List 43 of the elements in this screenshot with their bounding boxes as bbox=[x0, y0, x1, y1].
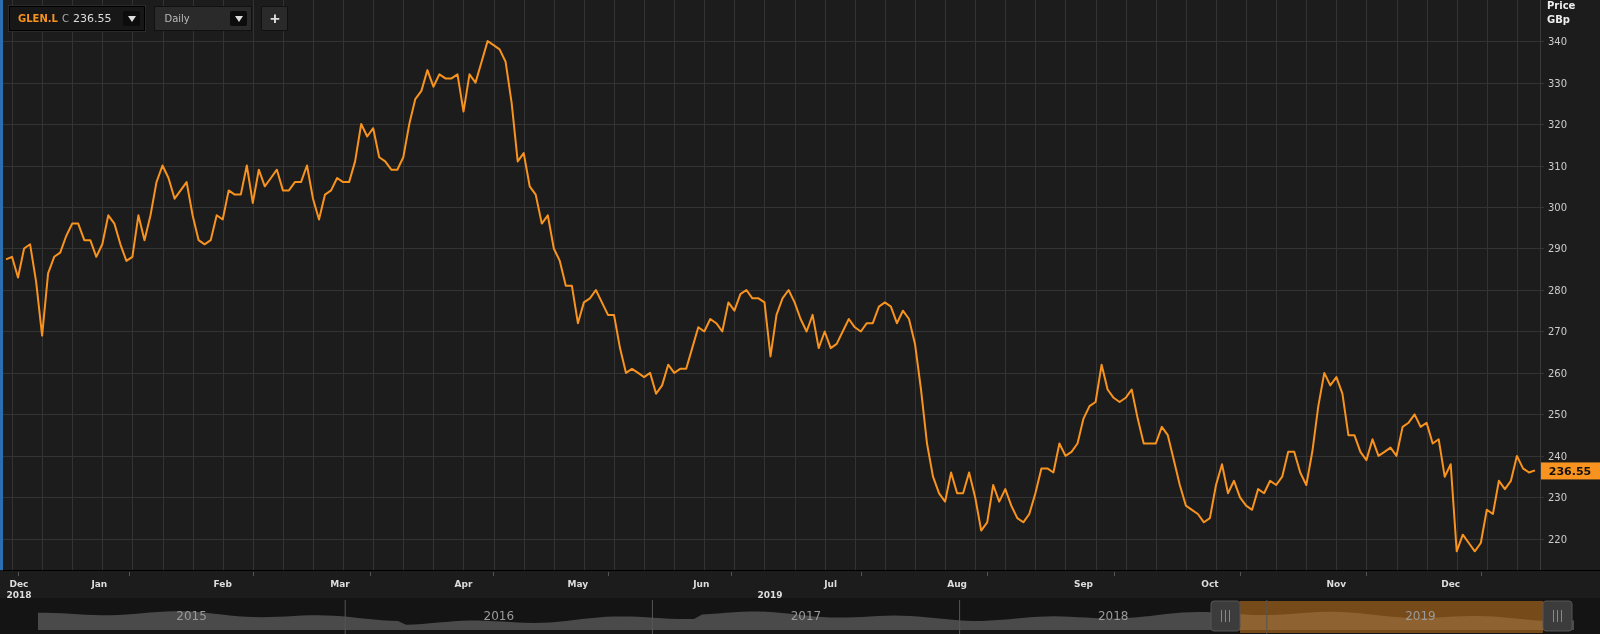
caret-icon bbox=[234, 15, 243, 22]
y-axis-label: 330 bbox=[1548, 77, 1568, 89]
interval-dropdown[interactable]: Daily bbox=[154, 6, 253, 31]
symbol-dropdown[interactable]: GLEN.L C 236.55 bbox=[9, 6, 146, 31]
year-label: 2018 bbox=[1097, 609, 1129, 623]
year-label: 2016 bbox=[483, 609, 515, 623]
y-axis-label: 280 bbox=[1548, 285, 1568, 296]
y-axis-label: 260 bbox=[1548, 367, 1568, 379]
x-axis-label: Feb bbox=[213, 579, 232, 589]
x-axis-label: Dec bbox=[1441, 579, 1461, 589]
range-handle[interactable] bbox=[1542, 600, 1573, 632]
y-axis-label: 290 bbox=[1548, 243, 1568, 255]
x-axis-label: Mar bbox=[330, 579, 350, 589]
range-handle[interactable] bbox=[1210, 600, 1241, 632]
x-axis-label: Nov bbox=[1326, 579, 1347, 589]
y-axis-label: 320 bbox=[1548, 119, 1568, 131]
x-axis-label: May bbox=[567, 579, 589, 589]
y-axis-label: 300 bbox=[1548, 202, 1568, 213]
y-axis-label: 240 bbox=[1548, 450, 1568, 462]
x-axis-label: Aug bbox=[947, 579, 967, 589]
x-axis-label: Jul bbox=[824, 579, 838, 589]
x-axis-label: Apr bbox=[454, 579, 473, 589]
year-label: 2015 bbox=[176, 609, 207, 623]
year-label: 2019 bbox=[757, 590, 783, 598]
axis-title: Price bbox=[1547, 0, 1576, 11]
year-label: 2018 bbox=[6, 590, 32, 598]
y-axis-label: 230 bbox=[1548, 492, 1568, 504]
year-label: 2019 bbox=[1405, 609, 1436, 623]
y-axis-label: 270 bbox=[1548, 326, 1568, 338]
y-axis-label: 340 bbox=[1548, 36, 1568, 48]
x-axis-label: Sep bbox=[1074, 579, 1094, 589]
x-axis-label: Jun bbox=[693, 579, 710, 589]
y-axis-label: 220 bbox=[1548, 533, 1568, 545]
axis-title: GBp bbox=[1547, 14, 1570, 25]
add-button[interactable]: + bbox=[261, 6, 289, 31]
y-axis-label: 310 bbox=[1548, 160, 1568, 172]
x-axis-label: Jan bbox=[91, 579, 108, 589]
last-price-badge: 236.55 bbox=[1541, 462, 1600, 480]
year-label: 2017 bbox=[790, 609, 822, 623]
x-axis-label: Oct bbox=[1201, 579, 1219, 589]
y-axis-label: 250 bbox=[1548, 409, 1568, 421]
caret-icon bbox=[127, 15, 136, 22]
x-axis-label: Dec bbox=[9, 579, 29, 589]
